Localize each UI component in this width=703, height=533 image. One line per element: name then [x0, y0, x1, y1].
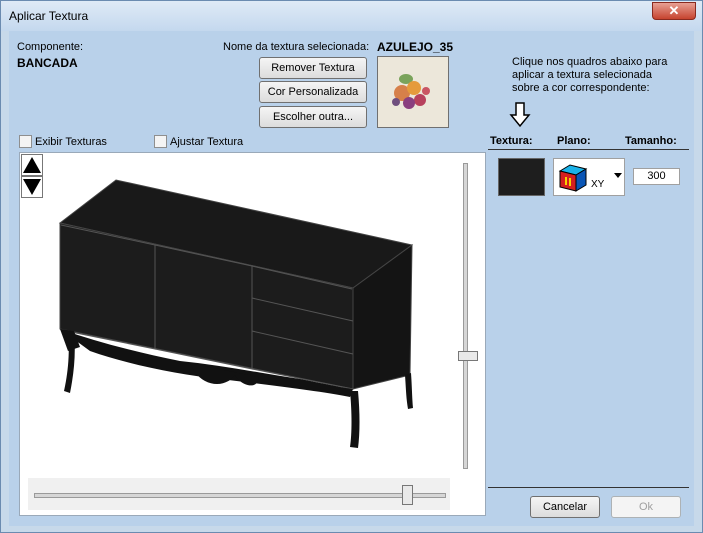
plane-select[interactable]: XY — [553, 158, 625, 196]
horizontal-slider-thumb[interactable] — [402, 485, 413, 505]
ok-button[interactable]: Ok — [611, 496, 681, 518]
plane-value: XY — [591, 179, 605, 190]
instruction-line-1: Clique nos quadros abaixo para — [512, 56, 668, 68]
3d-preview-viewport[interactable] — [19, 152, 486, 516]
arrow-down-outline-icon — [509, 102, 531, 128]
apply-texture-dialog: Aplicar Textura ✕ Componente: BANCADA No… — [0, 0, 703, 533]
show-textures-label: Exibir Texturas — [35, 135, 107, 148]
remove-texture-button[interactable]: Remover Textura — [259, 57, 367, 79]
dialog-body: Componente: BANCADA Nome da textura sele… — [9, 31, 694, 526]
close-button[interactable]: ✕ — [652, 2, 696, 20]
texture-name-label: Nome da textura selecionada: — [223, 41, 370, 53]
vertical-slider-track — [463, 163, 468, 469]
vertical-slider[interactable] — [450, 155, 478, 475]
title-bar: Aplicar Textura ✕ — [1, 1, 702, 31]
checkbox-box[interactable] — [154, 135, 167, 148]
footer-divider — [488, 487, 689, 488]
window-title: Aplicar Textura — [9, 9, 89, 23]
adjust-texture-label: Ajustar Textura — [170, 135, 244, 148]
cube-plane-icon — [558, 164, 588, 192]
choose-other-button[interactable]: Escolher outra... — [259, 106, 367, 128]
header-divider — [488, 149, 689, 150]
custom-color-button[interactable]: Cor Personalizada — [259, 81, 367, 103]
instruction-line-3: sobre a cor correspondente: — [512, 82, 650, 94]
show-textures-checkbox[interactable]: Exibir Texturas — [19, 135, 107, 148]
fruit-tile-image — [378, 57, 448, 127]
close-icon: ✕ — [668, 3, 680, 18]
size-input[interactable]: 300 — [633, 168, 680, 185]
adjust-texture-checkbox[interactable]: Ajustar Textura — [154, 135, 243, 148]
chevron-down-icon — [614, 173, 622, 178]
horizontal-slider[interactable] — [28, 478, 450, 510]
checkbox-box[interactable] — [19, 135, 32, 148]
texture-preview[interactable] — [377, 56, 449, 128]
plane-column-header: Plano: — [557, 135, 591, 147]
vertical-slider-thumb[interactable] — [458, 351, 478, 361]
cancel-button[interactable]: Cancelar — [530, 496, 600, 518]
texture-name-value: AZULEJO_35 — [377, 40, 454, 54]
size-column-header: Tamanho: — [625, 135, 677, 147]
instruction-line-2: aplicar a textura selecionada — [512, 69, 653, 81]
component-label: Componente: — [17, 41, 84, 53]
texture-column-header: Textura: — [490, 135, 533, 147]
color-swatch[interactable] — [498, 158, 545, 196]
sideboard-model — [58, 179, 414, 448]
component-value: BANCADA — [17, 56, 78, 70]
horizontal-slider-track — [34, 493, 446, 498]
